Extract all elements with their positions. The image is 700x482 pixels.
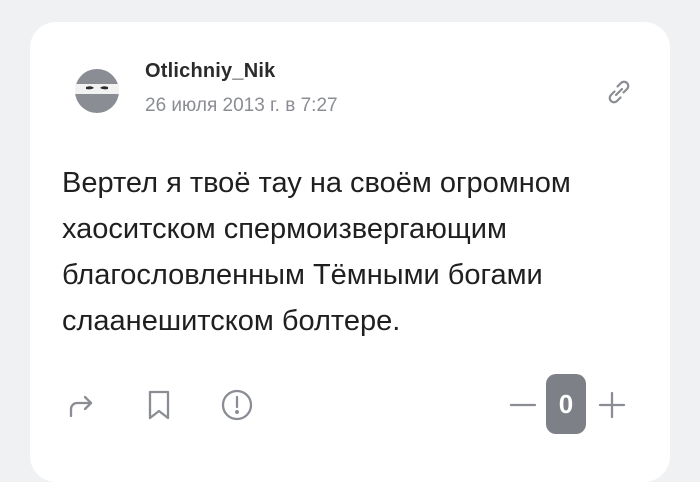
exclamation-circle-icon[interactable] [220, 388, 254, 422]
post-text: Вертел я твоё тау на своём огромном хаос… [62, 167, 571, 337]
bookmark-icon[interactable] [142, 388, 176, 422]
rating-counter: 0 [546, 374, 586, 434]
plus-icon[interactable] [596, 389, 628, 421]
share-arrow-icon[interactable] [64, 388, 98, 422]
post-date: 26 июля 2013 г. в 7:27 [145, 95, 338, 116]
ninja-avatar-icon[interactable] [74, 68, 120, 114]
author-name[interactable]: Otlichniy_Nik [145, 60, 275, 83]
minus-icon[interactable] [508, 392, 538, 418]
link-icon[interactable] [604, 77, 634, 107]
post-card: Otlichniy_Nik 26 июля 2013 г. в 7:27 Вер… [30, 22, 670, 482]
